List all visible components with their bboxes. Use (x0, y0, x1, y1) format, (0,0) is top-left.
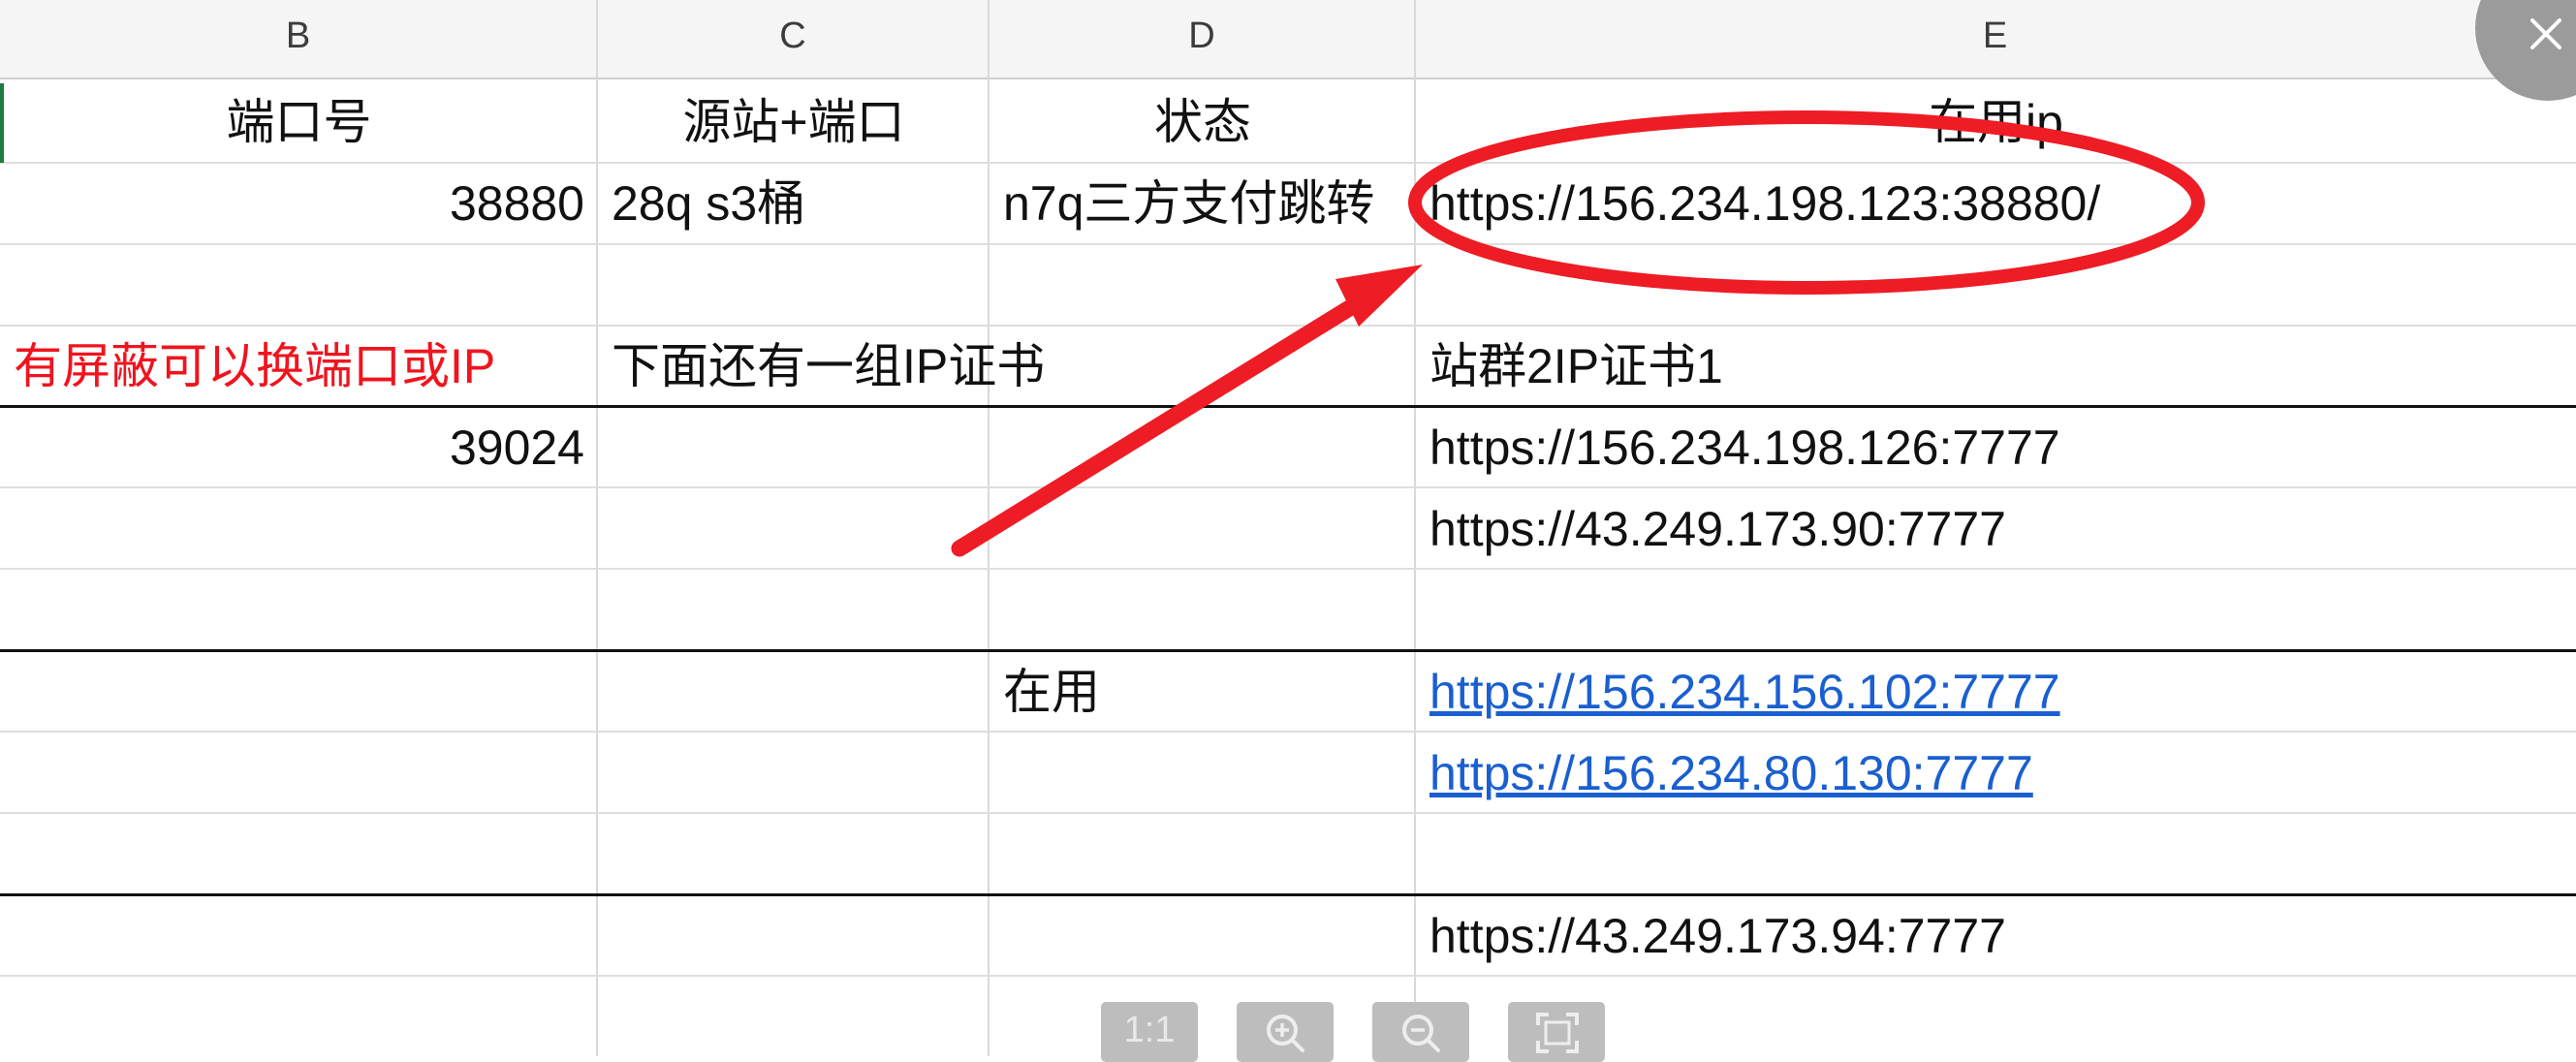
actual-size-label: 1:1 (1123, 1010, 1176, 1050)
column-header-d[interactable]: D (990, 0, 1416, 79)
close-icon (2530, 18, 2561, 49)
actual-size-button[interactable]: 1:1 (1101, 1002, 1198, 1062)
cell-e-header[interactable]: 在用ip (1416, 81, 2576, 163)
column-header-b[interactable]: B (0, 0, 598, 79)
cell-b-header[interactable]: 端口号 (0, 81, 598, 163)
cell-b-note[interactable]: 有屏蔽可以换端口或IP (0, 326, 598, 407)
fit-screen-icon (1536, 1013, 1579, 1053)
cell-d-header[interactable]: 状态 (990, 81, 1416, 163)
cell-e-ip[interactable]: https://43.249.173.94:7777 (1416, 895, 2576, 977)
zoom-in-button[interactable] (1237, 1002, 1334, 1062)
cell-e-ip-link[interactable]: https://156.234.156.102:7777 (1416, 651, 2576, 733)
cell-b-port[interactable]: 38880 (0, 163, 598, 244)
column-header-e[interactable]: E (1416, 0, 2576, 79)
spreadsheet-view: B C D E 端口号 源站+端口 状态 在用ip 38880 28q s3桶 … (0, 0, 2576, 1056)
zoom-out-button[interactable] (1372, 1002, 1469, 1062)
fit-screen-button[interactable] (1508, 1002, 1605, 1062)
cell-e-group-title[interactable]: 站群2IP证书1 (1416, 326, 2576, 407)
cell-c-note[interactable]: 下面还有一组IP证书 (598, 326, 1414, 407)
cell-c-header[interactable]: 源站+端口 (598, 81, 990, 163)
cell-e-ip[interactable]: https://156.234.198.123:38880/ (1416, 163, 2576, 244)
cell-e-ip[interactable]: https://156.234.198.126:7777 (1416, 407, 2576, 488)
zoom-in-icon (1267, 1015, 1304, 1052)
cell-e-ip-link[interactable]: https://156.234.80.130:7777 (1416, 733, 2576, 814)
zoom-out-icon (1402, 1015, 1440, 1052)
cell-d-status[interactable]: n7q三方支付跳转 (990, 163, 1416, 244)
cell-b-port[interactable]: 39024 (0, 407, 598, 488)
cell-d-status[interactable]: 在用 (990, 651, 1416, 733)
column-header-c[interactable]: C (598, 0, 990, 79)
cell-c-source[interactable]: 28q s3桶 (598, 163, 990, 244)
cell-e-ip[interactable]: https://43.249.173.90:7777 (1416, 488, 2576, 570)
